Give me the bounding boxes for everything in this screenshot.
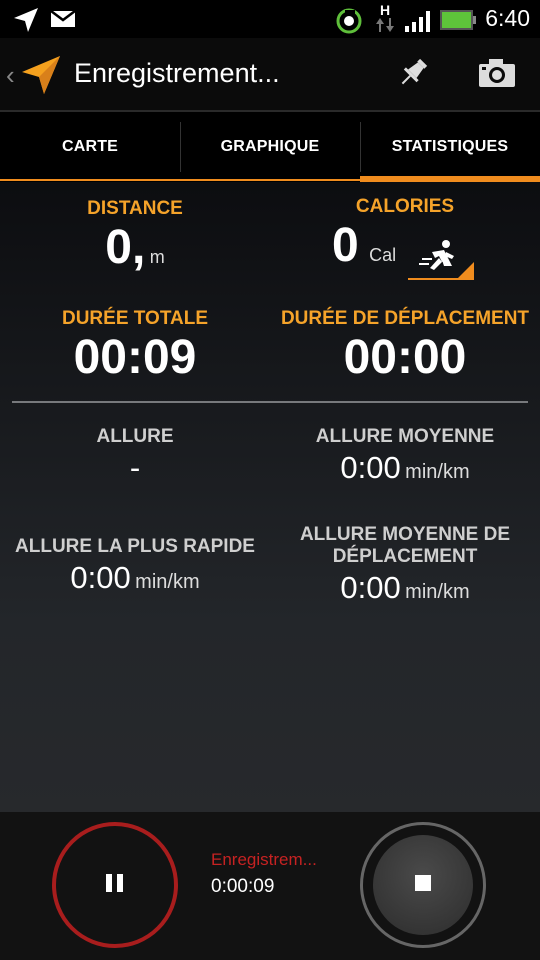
battery-icon xyxy=(440,10,476,35)
signal-icon xyxy=(404,10,434,37)
moving-duration-stat: DURÉE DE DÉPLACEMENT 00:00 xyxy=(270,308,540,385)
fastest-pace-stat: ALLURE LA PLUS RAPIDE 0:00 min/km xyxy=(0,536,270,596)
tab-bar: CARTE GRAPHIQUE STATISTIQUES xyxy=(0,112,540,182)
avg-pace-label: ALLURE MOYENNE xyxy=(315,426,495,447)
tab-statistiques[interactable]: STATISTIQUES xyxy=(360,112,540,182)
action-bar: ‹ Enregistrement... xyxy=(0,38,540,112)
calories-value: 0 xyxy=(332,219,359,272)
distance-value: 0, xyxy=(105,221,146,274)
pause-icon xyxy=(104,872,126,899)
moving-duration-label: DURÉE DE DÉPLACEMENT xyxy=(280,308,530,329)
avg-moving-pace-unit: min/km xyxy=(405,581,470,603)
recording-elapsed-time: 0:00:09 xyxy=(211,876,275,897)
stop-button[interactable] xyxy=(360,822,486,948)
avg-moving-pace-label-line1: ALLURE MOYENNE DE xyxy=(299,524,511,545)
distance-label: DISTANCE xyxy=(87,198,183,219)
distance-stat: DISTANCE 0, m xyxy=(0,198,270,275)
sync-icon xyxy=(336,8,362,39)
camera-button[interactable] xyxy=(474,52,520,98)
avg-pace-stat: ALLURE MOYENNE 0:00 min/km xyxy=(270,426,540,486)
avg-pace-unit: min/km xyxy=(405,461,470,483)
fastest-pace-unit: min/km xyxy=(135,571,200,593)
moving-duration-value: 00:00 xyxy=(343,331,467,384)
network-h-label: H xyxy=(379,2,391,18)
total-duration-stat: DURÉE TOTALE 00:09 xyxy=(0,308,270,385)
pin-button[interactable] xyxy=(390,52,436,98)
pace-value: - xyxy=(129,450,141,485)
tab-graphique[interactable]: GRAPHIQUE xyxy=(180,112,360,182)
camera-icon xyxy=(478,58,516,93)
pace-label: ALLURE xyxy=(96,426,174,447)
calories-unit: Cal xyxy=(369,245,397,265)
pin-icon xyxy=(395,55,431,96)
back-chevron-icon[interactable]: ‹ xyxy=(6,60,15,91)
pause-button[interactable] xyxy=(52,822,178,948)
running-icon xyxy=(419,240,454,270)
calories-stat: CALORIES 0 Cal xyxy=(270,196,540,273)
mail-icon xyxy=(50,10,76,33)
tab-carte[interactable]: CARTE xyxy=(0,112,180,182)
page-title: Enregistrement... xyxy=(74,58,280,88)
fastest-pace-label: ALLURE LA PLUS RAPIDE xyxy=(15,536,255,557)
recording-controls: Enregistrem... 0:00:09 xyxy=(0,812,540,960)
pace-stat: ALLURE - xyxy=(0,426,270,486)
avg-moving-pace-label-line2: DÉPLACEMENT xyxy=(332,546,478,567)
statistics-panel: DISTANCE 0, m CALORIES 0 Cal DURÉE TOTAL… xyxy=(0,182,540,812)
stop-button-face xyxy=(373,835,473,935)
stats-divider xyxy=(12,401,528,403)
app-logo-icon[interactable] xyxy=(20,54,62,101)
total-duration-label: DURÉE TOTALE xyxy=(61,308,209,329)
stop-icon xyxy=(414,874,432,897)
recording-status: Enregistrem... xyxy=(211,850,317,869)
network-h-icon: H xyxy=(374,2,396,37)
calories-label: CALORIES xyxy=(355,196,455,217)
avg-pace-value: 0:00 xyxy=(340,450,401,485)
clock: 6:40 xyxy=(485,5,530,31)
distance-unit: m xyxy=(149,247,165,267)
avg-moving-pace-stat: ALLURE MOYENNE DE DÉPLACEMENT 0:00 min/k… xyxy=(270,524,540,606)
navigation-arrow-icon xyxy=(12,6,40,39)
status-bar: H 6:40 xyxy=(0,0,540,38)
fastest-pace-value: 0:00 xyxy=(70,560,131,595)
avg-moving-pace-value: 0:00 xyxy=(340,570,401,605)
total-duration-value: 00:09 xyxy=(73,331,197,384)
activity-type-button[interactable] xyxy=(408,238,474,280)
